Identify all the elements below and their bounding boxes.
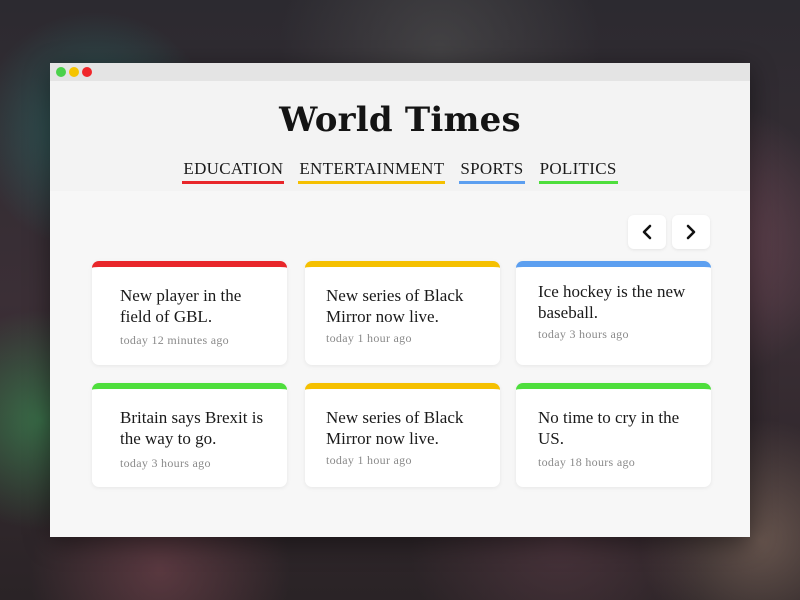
article-timestamp: today 1 hour ago	[326, 331, 412, 345]
chevron-right-icon	[686, 224, 696, 240]
article-timestamp: today 3 hours ago	[538, 327, 629, 341]
article-headline: New series of Black Mirror now live.	[326, 408, 464, 448]
article-card[interactable]: Britain says Brexit is the way to go. to…	[92, 383, 287, 487]
article-headline: No time to cry in the US.	[538, 408, 680, 448]
category-nav: EDUCATION ENTERTAINMENT SPORTS POLITICS	[50, 159, 750, 184]
window-titlebar	[50, 63, 750, 81]
article-card[interactable]: Ice hockey is the new baseball. today 3 …	[516, 261, 711, 365]
article-headline: New player in the field of GBL.	[120, 286, 242, 326]
article-headline: Britain says Brexit is the way to go.	[120, 408, 264, 448]
article-headline: New series of Black Mirror now live.	[326, 286, 464, 326]
article-card[interactable]: New series of Black Mirror now live. tod…	[305, 261, 500, 365]
article-headline: Ice hockey is the new baseball.	[538, 282, 686, 322]
nav-item-education[interactable]: EDUCATION	[182, 159, 285, 184]
nav-item-entertainment[interactable]: ENTERTAINMENT	[298, 159, 446, 184]
article-card[interactable]: No time to cry in the US. today 18 hours…	[516, 383, 711, 487]
minimize-dot-icon[interactable]	[69, 67, 79, 77]
carousel-next-button[interactable]	[672, 215, 710, 249]
chevron-left-icon	[642, 224, 652, 240]
nav-item-politics[interactable]: POLITICS	[538, 159, 618, 184]
nav-item-sports[interactable]: SPORTS	[459, 159, 525, 184]
article-timestamp: today 1 hour ago	[326, 453, 412, 467]
site-header: World Times EDUCATION ENTERTAINMENT SPOR…	[50, 81, 750, 191]
article-card[interactable]: New player in the field of GBL. today 12…	[92, 261, 287, 365]
close-dot-icon[interactable]	[82, 67, 92, 77]
article-timestamp: today 3 hours ago	[120, 456, 211, 470]
article-timestamp: today 18 hours ago	[538, 455, 636, 469]
browser-window: World Times EDUCATION ENTERTAINMENT SPOR…	[50, 63, 750, 537]
article-timestamp: today 12 minutes ago	[120, 333, 229, 347]
article-grid-area: New player in the field of GBL. today 12…	[50, 191, 750, 537]
maximize-dot-icon[interactable]	[56, 67, 66, 77]
site-title: World Times	[279, 100, 521, 140]
carousel-prev-button[interactable]	[628, 215, 666, 249]
article-card[interactable]: New series of Black Mirror now live. tod…	[305, 383, 500, 487]
